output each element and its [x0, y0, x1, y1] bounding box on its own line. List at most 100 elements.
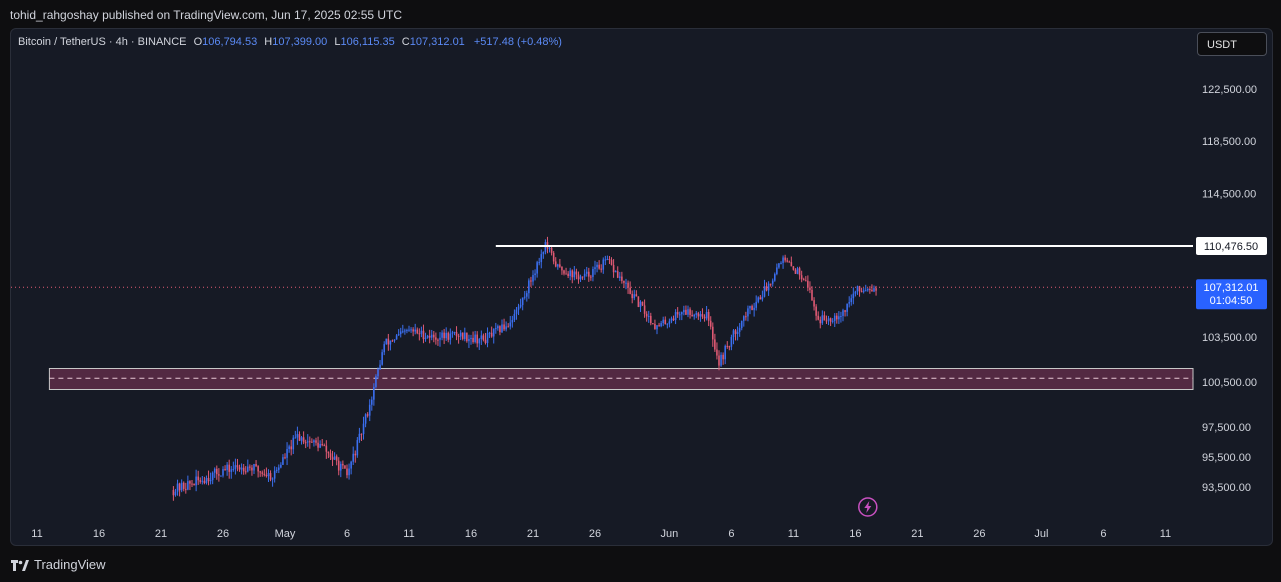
- support-zone: [48, 368, 1194, 390]
- candle-body: [466, 332, 468, 342]
- close-value: 107,312.01: [409, 36, 465, 48]
- candle-body: [371, 399, 373, 405]
- chart-canvas[interactable]: 122,500.00 118,500.00 114,500.00 103,500.00…: [0, 0, 1281, 582]
- candle-body: [573, 271, 576, 278]
- candle-body: [174, 491, 177, 496]
- last-price-label: 107,312.01: [1203, 282, 1258, 294]
- candle-body: [635, 294, 638, 297]
- candle-body: [747, 308, 749, 317]
- candle-body: [263, 473, 266, 475]
- candle-body: [703, 316, 706, 319]
- candle-body: [329, 453, 332, 458]
- candle-body: [600, 268, 602, 270]
- candle-body: [395, 335, 398, 340]
- candle-body: [583, 273, 586, 277]
- candle-body: [796, 268, 799, 274]
- candle-body: [732, 330, 735, 338]
- candle-body: [222, 469, 224, 476]
- candle-body: [631, 293, 633, 299]
- candle-body: [666, 323, 669, 325]
- time-tick-label: Jun: [661, 528, 679, 540]
- candle-body: [362, 423, 365, 435]
- time-tick-label: Jul: [1034, 528, 1048, 540]
- candle-body: [381, 352, 383, 365]
- time-tick-label: 21: [527, 528, 539, 540]
- candle-body: [501, 324, 503, 333]
- candle-body: [705, 311, 708, 319]
- candle-body: [761, 296, 764, 300]
- candle-body: [592, 269, 594, 277]
- symbol-title[interactable]: Bitcoin / TetherUS · 4h · BINANCE: [18, 36, 187, 48]
- candle-body: [569, 270, 571, 277]
- resistance-price-label: 110,476.50: [1204, 241, 1258, 253]
- candle-body: [709, 320, 712, 327]
- candle-body: [656, 325, 658, 330]
- candle-body: [484, 339, 487, 344]
- candle-body: [798, 268, 801, 276]
- time-tick-label: 21: [911, 528, 923, 540]
- candle-body: [728, 346, 731, 348]
- currency-button[interactable]: USDT: [1197, 32, 1267, 56]
- symbol-legend[interactable]: Bitcoin / TetherUS · 4h · BINANCE O106,7…: [18, 36, 562, 48]
- candle-body: [352, 453, 354, 462]
- candle-body: [199, 480, 202, 482]
- candle-body: [259, 471, 261, 473]
- candle-body: [528, 280, 530, 294]
- candle-body: [836, 315, 838, 320]
- candle-body: [563, 270, 565, 274]
- candle-body: [414, 329, 416, 332]
- candle-body: [348, 468, 350, 476]
- candle-body: [426, 335, 429, 338]
- candle-body: [275, 469, 278, 471]
- candle-body: [207, 477, 210, 482]
- candle-body: [759, 297, 762, 300]
- candle-body: [213, 468, 216, 473]
- time-tick-label: 16: [93, 528, 105, 540]
- time-tick-label: 26: [217, 528, 229, 540]
- candle-body: [224, 469, 226, 471]
- candle-body: [738, 328, 741, 332]
- candle-body: [195, 476, 197, 486]
- candle-body: [232, 468, 235, 470]
- price-tick-label: 103,500.00: [1202, 332, 1257, 344]
- candle-body: [647, 315, 650, 317]
- candle-body: [379, 364, 381, 370]
- candle-body: [521, 297, 524, 306]
- candle-body: [344, 465, 346, 469]
- candle-body: [718, 355, 720, 366]
- candle-body: [604, 259, 607, 261]
- candle-body: [509, 322, 512, 327]
- candle-body: [542, 252, 545, 255]
- candle-body: [616, 271, 619, 278]
- candle-body: [430, 334, 433, 338]
- candle-body: [538, 262, 540, 264]
- candle-body: [693, 314, 695, 317]
- candle-body: [226, 464, 228, 471]
- candle-body: [218, 474, 220, 476]
- candle-body: [176, 483, 179, 492]
- candle-body: [867, 289, 869, 291]
- candle-body: [356, 440, 359, 456]
- candle-body: [435, 337, 437, 340]
- candle-body: [782, 257, 784, 263]
- candle-body: [284, 457, 286, 459]
- candle-body: [536, 262, 538, 274]
- candle-body: [788, 261, 791, 263]
- price-tick-label: 122,500.00: [1202, 84, 1257, 96]
- candle-body: [606, 259, 609, 261]
- candle-body: [740, 320, 743, 329]
- candle-body: [189, 481, 191, 484]
- candle-body: [433, 334, 435, 338]
- candle-body: [831, 320, 834, 322]
- candle-body: [594, 267, 596, 270]
- candle-body: [707, 311, 710, 321]
- candle-body: [817, 315, 819, 320]
- candle-body: [519, 305, 522, 307]
- tradingview-logo[interactable]: TradingView: [11, 557, 106, 572]
- candle-body: [829, 318, 832, 322]
- candle-body: [873, 288, 875, 292]
- candle-body: [265, 474, 268, 477]
- candle-body: [267, 473, 270, 477]
- candle-body: [216, 468, 218, 475]
- candle-body: [821, 315, 824, 324]
